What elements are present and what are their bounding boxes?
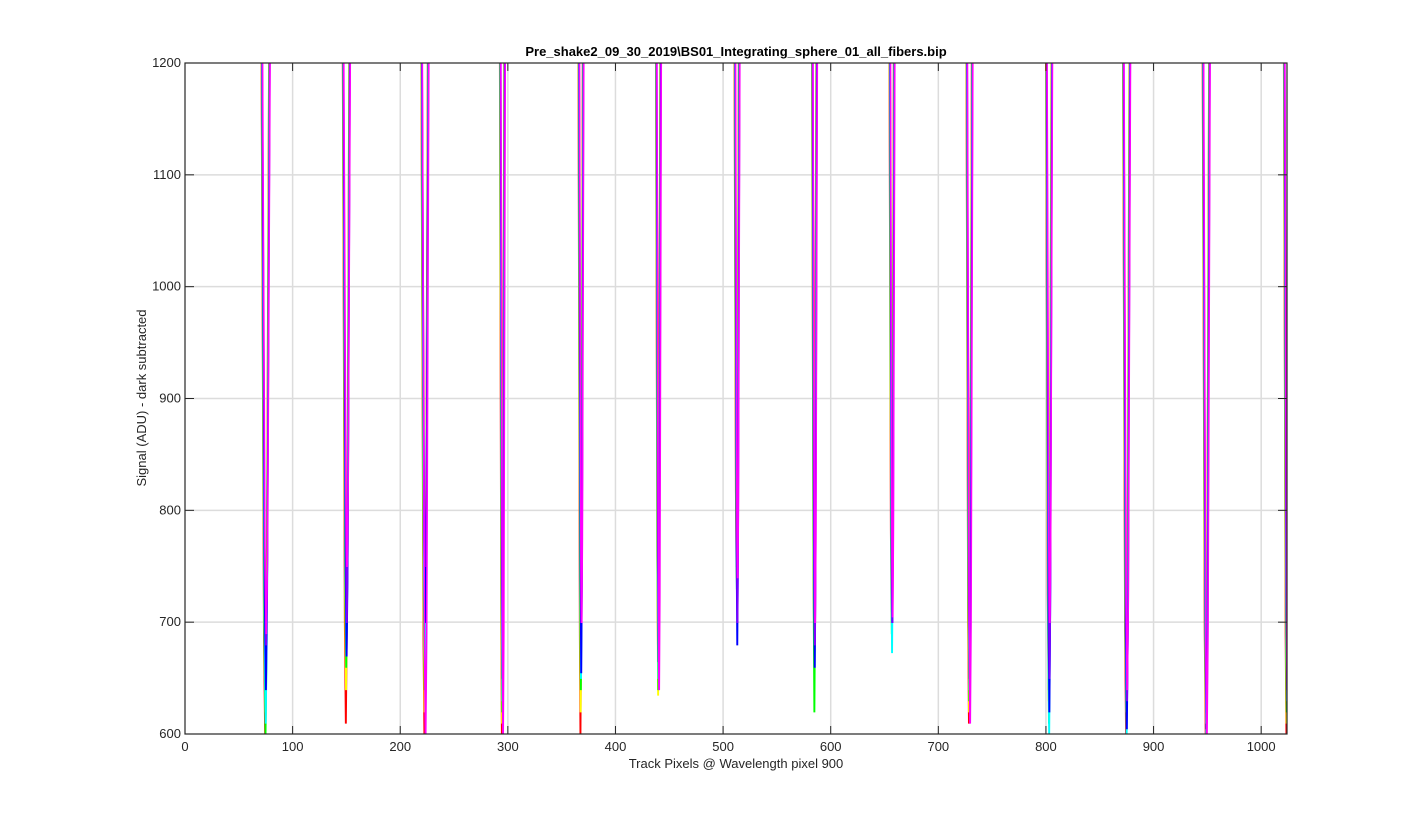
x-tick-label: 800 bbox=[1035, 739, 1057, 754]
y-tick-label: 1200 bbox=[152, 55, 181, 70]
chart-title: Pre_shake2_09_30_2019\BS01_Integrating_s… bbox=[525, 44, 946, 59]
y-axis-label: Signal (ADU) - dark subtracted bbox=[134, 309, 149, 486]
y-tick-label: 900 bbox=[159, 391, 181, 406]
y-tick-label: 800 bbox=[159, 502, 181, 517]
chart-figure: 0 100 200 300 400 500 600 700 800 900 1000 600 700 80… bbox=[0, 0, 1425, 825]
x-tick-label: 600 bbox=[820, 739, 842, 754]
y-tick-label: 1000 bbox=[152, 279, 181, 294]
x-tick-label: 700 bbox=[927, 739, 949, 754]
x-tick-label: 300 bbox=[497, 739, 519, 754]
y-tick-label: 600 bbox=[159, 726, 181, 741]
y-tick-label: 700 bbox=[159, 614, 181, 629]
x-tick-label: 400 bbox=[605, 739, 627, 754]
x-tick-label: 0 bbox=[181, 739, 188, 754]
x-tick-label: 100 bbox=[282, 739, 304, 754]
x-tick-label: 200 bbox=[389, 739, 411, 754]
x-tick-label: 900 bbox=[1143, 739, 1165, 754]
x-axis-label: Track Pixels @ Wavelength pixel 900 bbox=[629, 756, 844, 771]
x-tick-label: 1000 bbox=[1247, 739, 1276, 754]
x-tick-label: 500 bbox=[712, 739, 734, 754]
y-tick-label: 1100 bbox=[153, 167, 181, 182]
